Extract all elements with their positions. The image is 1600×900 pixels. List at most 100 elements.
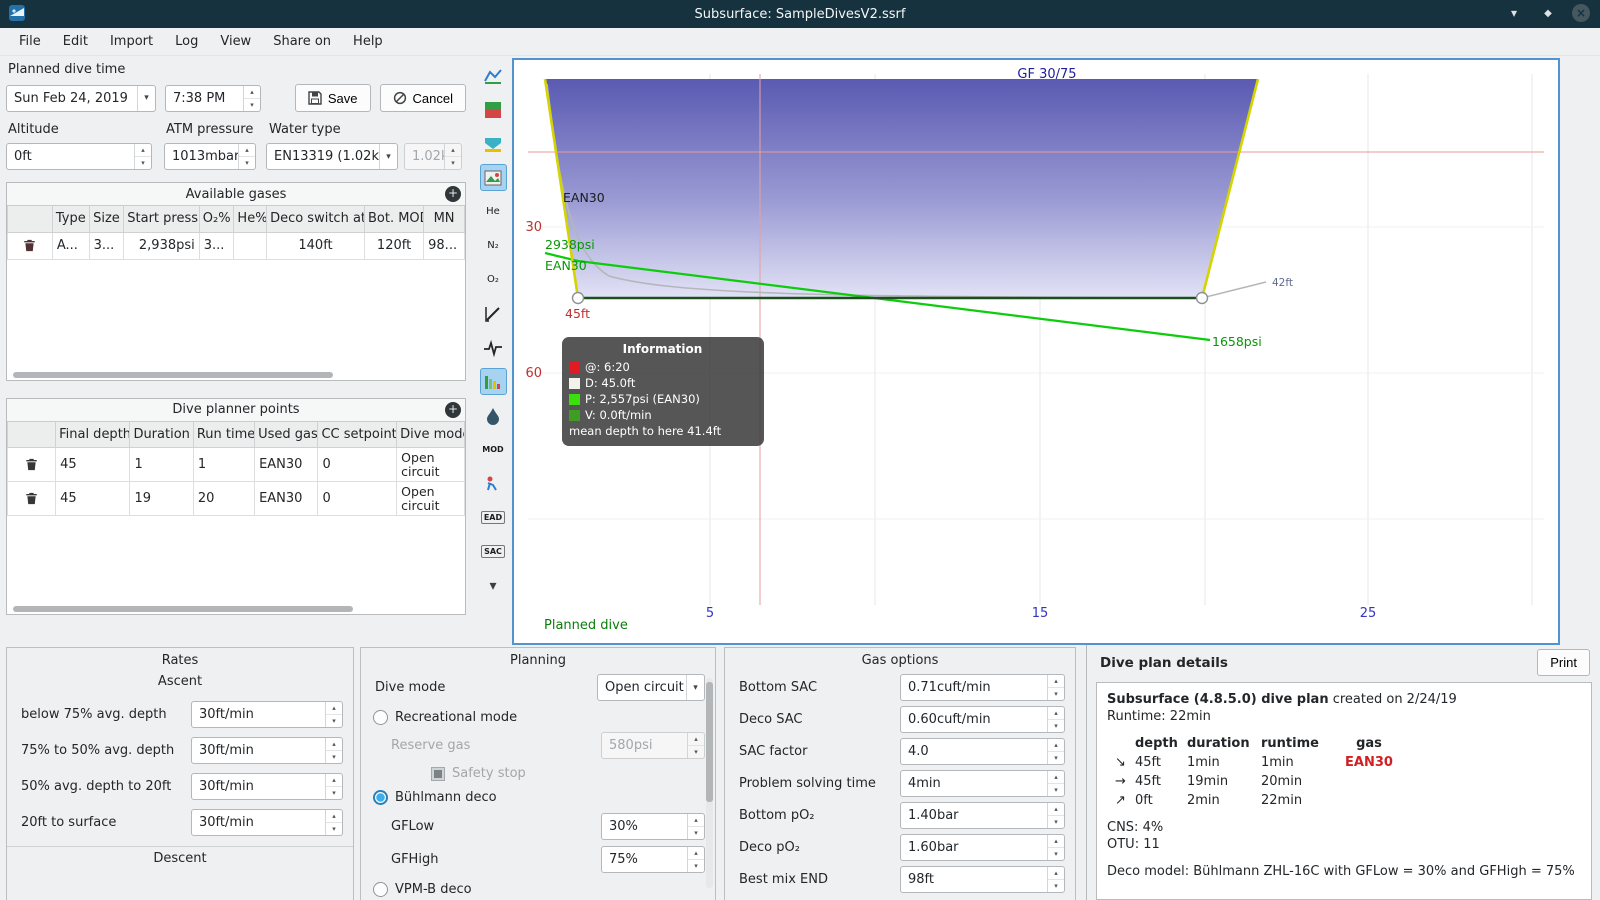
sac-factor-stepper[interactable]: 4.0 ▴ ▾ — [900, 738, 1065, 765]
photos-toggle-icon[interactable] — [479, 164, 507, 191]
close-icon[interactable]: × — [1572, 4, 1590, 22]
ndl-tts-toggle-icon[interactable] — [480, 470, 507, 497]
altitude-stepper[interactable]: 0ft ▴ ▾ — [6, 143, 152, 170]
add-point-button[interactable]: + — [445, 401, 461, 418]
sac-toggle[interactable]: SAC — [480, 538, 507, 565]
col-mnd[interactable]: MN — [423, 206, 465, 233]
save-button[interactable]: Save — [294, 84, 371, 112]
atm-pressure-stepper[interactable]: 1013mbar ▴ ▾ — [164, 143, 256, 170]
maximize-icon[interactable]: ◆ — [1538, 3, 1558, 23]
col-used-gas[interactable]: Used gas — [254, 421, 319, 448]
col-type[interactable]: Type — [51, 206, 90, 233]
col-o2[interactable]: O₂% — [198, 206, 235, 233]
spin-up-icon[interactable]: ▴ — [244, 86, 260, 99]
waypoint-handle[interactable] — [571, 291, 585, 305]
vpmb-deco-radio[interactable]: VPM-B deco — [373, 882, 705, 897]
points-hscrollbar[interactable] — [7, 604, 465, 614]
chevron-down-icon[interactable]: ▾ — [379, 144, 397, 169]
col-duration[interactable]: Duration — [129, 421, 194, 448]
menu-import[interactable]: Import — [99, 30, 164, 53]
cancel-button[interactable]: Cancel — [379, 84, 466, 112]
spin-down-icon[interactable]: ▾ — [239, 157, 255, 169]
bottom-sac-stepper[interactable]: 0.71cuft/min ▴ ▾ — [900, 674, 1065, 701]
dive-profile-chart[interactable]: GF 30/75 30 60 5 15 25 EAN30 2938psi EAN… — [512, 58, 1560, 645]
oxygen-graph-toggle[interactable]: O₂ — [480, 266, 507, 293]
profile-toolbar: He N₂ O₂ MOD EAD SAC ▾ — [474, 62, 512, 599]
ead-toggle[interactable]: EAD — [480, 504, 507, 531]
water-type-select[interactable]: EN13319 (1.02k ▾ — [266, 143, 398, 170]
minimize-icon[interactable]: ▾ — [1504, 3, 1524, 23]
col-cc-setpoint[interactable]: CC setpoint — [317, 421, 398, 448]
tissues-toggle-icon[interactable] — [479, 368, 507, 395]
calc-ceiling-toggle-icon[interactable] — [480, 130, 507, 157]
spin-down-icon[interactable]: ▾ — [244, 99, 260, 111]
helium-graph-toggle[interactable]: He — [480, 198, 507, 225]
chevron-down-icon[interactable]: ▾ — [137, 85, 155, 111]
ascent-rate-75-stepper[interactable]: 30ft/min ▴ ▾ — [191, 701, 343, 728]
collapse-toolbar-chevron-icon[interactable]: ▾ — [480, 572, 507, 599]
profile-info-tooltip[interactable]: Information @: 6:20 D: 45.0ft P: 2,557ps… — [562, 337, 764, 446]
gas-options-panel: Gas options Bottom SAC 0.71cuft/min ▴ ▾ De… — [724, 647, 1076, 900]
buhlmann-deco-radio[interactable]: Bühlmann deco — [373, 790, 705, 805]
rate-label: 75% to 50% avg. depth — [21, 743, 175, 758]
deco-po2-stepper[interactable]: 1.60bar ▴ ▾ — [900, 834, 1065, 861]
problem-solving-time-stepper[interactable]: 4min ▴ ▾ — [900, 770, 1065, 797]
deco-sac-stepper[interactable]: 0.60cuft/min ▴ ▾ — [900, 706, 1065, 733]
descent-gas-label: EAN30 — [563, 190, 605, 205]
col-dive-mode[interactable]: Dive mode — [396, 421, 465, 448]
spin-down-icon[interactable]: ▾ — [135, 157, 151, 169]
planner-point-row[interactable]: 45 1 1 EAN30 0 Open circuit — [6, 447, 465, 482]
ascent-rate-50-stepper[interactable]: 30ft/min ▴ ▾ — [191, 737, 343, 764]
time-tick-15: 15 — [1032, 606, 1049, 621]
pp-graph-toggle-icon[interactable] — [480, 62, 507, 89]
col-bot-mod[interactable]: Bot. MOD — [363, 206, 425, 233]
delete-point-icon[interactable] — [24, 457, 39, 472]
gas-density-toggle-icon[interactable] — [480, 402, 507, 429]
waypoint-handle[interactable] — [1195, 291, 1209, 305]
gfhigh-stepper[interactable]: 75% ▴ ▾ — [601, 846, 705, 873]
gflow-stepper[interactable]: 30% ▴ ▾ — [601, 813, 705, 840]
menu-help[interactable]: Help — [342, 30, 394, 53]
spin-up-icon[interactable]: ▴ — [135, 144, 151, 157]
gases-hscrollbar[interactable] — [7, 369, 465, 380]
ascent-rate-surface-stepper[interactable]: 30ft/min ▴ ▾ — [191, 809, 343, 836]
dc-ceiling-toggle-icon[interactable] — [480, 96, 507, 123]
rates-title: Rates — [161, 653, 199, 668]
menu-edit[interactable]: Edit — [52, 30, 99, 53]
col-run-time[interactable]: Run time — [192, 421, 256, 448]
add-gas-button[interactable]: + — [445, 186, 461, 202]
col-deco-switch[interactable]: Deco switch at — [266, 206, 365, 233]
menu-view[interactable]: View — [209, 30, 262, 53]
dive-time-value: 7:38 PM — [173, 90, 226, 106]
radio-icon — [373, 882, 388, 897]
delete-point-icon[interactable] — [24, 491, 39, 506]
bottom-po2-stepper[interactable]: 1.40bar ▴ ▾ — [900, 802, 1065, 829]
deco-model-line: Deco model: Bühlmann ZHL-16C with GFLow … — [1107, 864, 1575, 879]
chevron-down-icon[interactable]: ▾ — [686, 675, 704, 700]
recreational-mode-radio[interactable]: Recreational mode — [373, 710, 705, 725]
print-button[interactable]: Print — [1537, 649, 1590, 676]
dive-mode-select[interactable]: Open circuit ▾ — [597, 674, 705, 701]
spin-up-icon[interactable]: ▴ — [239, 144, 255, 157]
planning-scrollbar[interactable] — [706, 678, 713, 888]
best-mix-end-stepper[interactable]: 98ft ▴ ▾ — [900, 866, 1065, 893]
ascent-rate-20ft-stepper[interactable]: 30ft/min ▴ ▾ — [191, 773, 343, 800]
col-start-press[interactable]: Start press — [123, 206, 200, 233]
heartrate-toggle-icon[interactable] — [480, 334, 507, 361]
planner-point-row[interactable]: 45 19 20 EAN30 0 Open circuit — [6, 481, 465, 516]
delete-gas-icon[interactable] — [22, 238, 37, 253]
mod-toggle[interactable]: MOD — [480, 436, 507, 463]
col-size[interactable]: Size — [88, 206, 125, 233]
dive-time-stepper[interactable]: 7:38 PM ▴ ▾ — [165, 84, 261, 112]
gas-row[interactable]: A... 3... 2,938psi 3... 140ft 120ft 98..… — [7, 231, 465, 260]
menu-file[interactable]: File — [8, 30, 52, 53]
menu-share-on[interactable]: Share on — [262, 30, 342, 53]
menu-log[interactable]: Log — [164, 30, 209, 53]
plan-segments-table: depth duration runtime gas ↘ 45ft 1min 1… — [1115, 736, 1393, 808]
col-final-depth[interactable]: Final depth — [55, 421, 131, 448]
nitrogen-graph-toggle[interactable]: N₂ — [480, 232, 507, 259]
segment-arrow-icon: → — [1115, 774, 1126, 789]
dive-date-select[interactable]: Sun Feb 24, 2019 ▾ — [6, 84, 156, 112]
col-he[interactable]: He% — [233, 206, 268, 233]
ruler-toggle-icon[interactable] — [480, 300, 507, 327]
